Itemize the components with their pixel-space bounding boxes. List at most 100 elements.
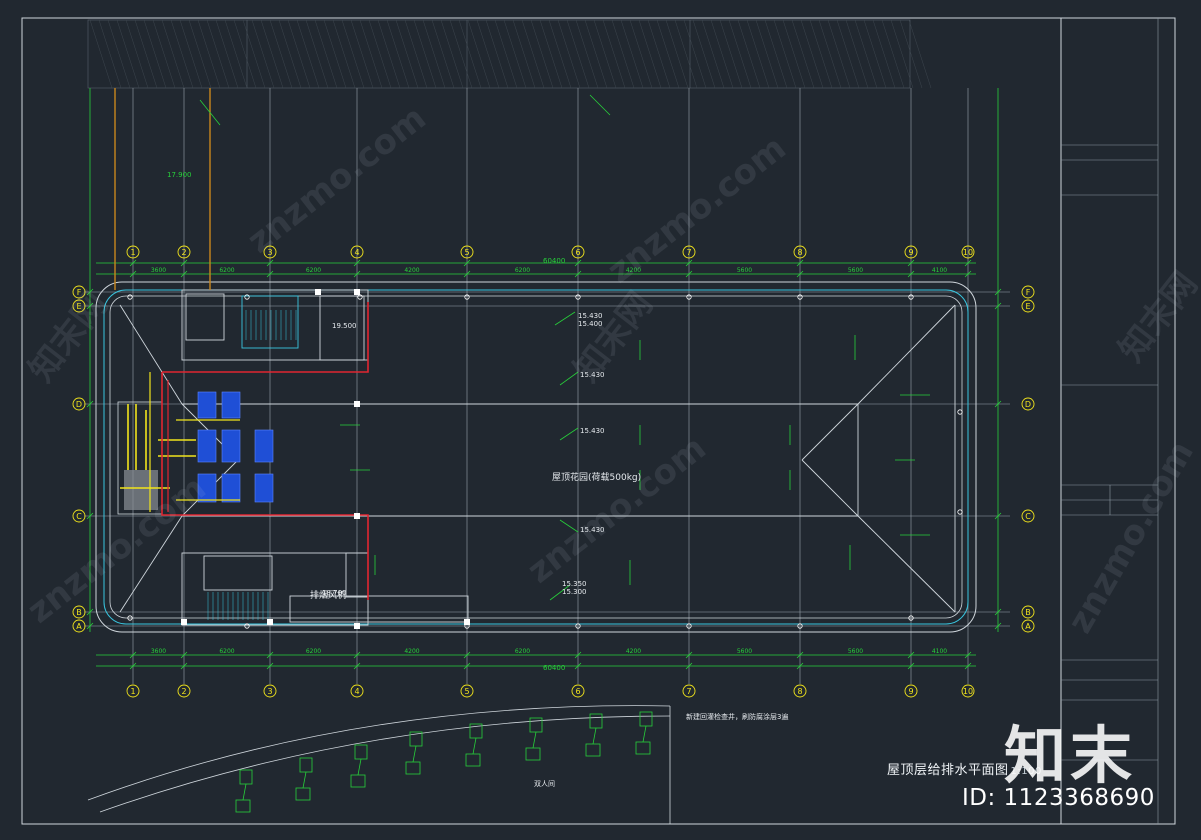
hatch-line bbox=[584, 19, 608, 89]
hatch-line bbox=[260, 19, 284, 89]
structural-column-0 bbox=[354, 289, 360, 295]
stair-treads-top bbox=[245, 310, 297, 340]
hatch-line bbox=[152, 19, 176, 89]
hatch-line bbox=[566, 19, 590, 89]
hatch-line bbox=[638, 19, 662, 89]
hatch-line bbox=[233, 19, 257, 89]
dim-span-label: 5600 bbox=[737, 648, 752, 655]
hatch-line bbox=[728, 19, 752, 89]
structural-column-1 bbox=[354, 401, 360, 407]
canopy-fixture-b-7 bbox=[635, 741, 651, 755]
hatch-line bbox=[269, 19, 293, 89]
drawing-title-text: 屋顶层给排水平面图 bbox=[887, 763, 1009, 778]
hatch-line bbox=[125, 19, 149, 89]
canopy-fixture-b-0 bbox=[235, 799, 251, 813]
hatch-line bbox=[548, 19, 572, 89]
roof-drain-17 bbox=[957, 509, 963, 515]
hatch-line bbox=[863, 19, 887, 89]
hatch-line bbox=[341, 19, 365, 89]
canopy-fixture-b-5 bbox=[525, 747, 541, 761]
grid-label-col-4: 4 bbox=[354, 248, 359, 257]
grid-label-col-3: 3 bbox=[267, 687, 272, 696]
hatch-line bbox=[530, 19, 554, 89]
hatch-line bbox=[800, 19, 824, 89]
hatch-line bbox=[764, 19, 788, 89]
hatch-line bbox=[287, 19, 311, 89]
grid-label-col-6: 6 bbox=[575, 248, 580, 257]
structural-column-6 bbox=[267, 619, 273, 625]
canopy-pipe-6 bbox=[592, 727, 597, 745]
hatch-line bbox=[674, 19, 698, 89]
dim-span-label: 6200 bbox=[219, 267, 234, 274]
sheet-border bbox=[21, 17, 1176, 825]
hatch-line bbox=[611, 19, 635, 89]
dim-span-label: 6200 bbox=[515, 267, 530, 274]
grid-label-col-4: 4 bbox=[354, 687, 359, 696]
hatch-line bbox=[323, 19, 347, 89]
hatch-line bbox=[575, 19, 599, 89]
hatch-line bbox=[827, 19, 851, 89]
hatch-line bbox=[656, 19, 680, 89]
label-elev-15300: 15.300 bbox=[562, 588, 587, 596]
grid-label-row-B: B bbox=[76, 608, 82, 617]
hatch-line bbox=[431, 19, 455, 89]
grid-label-row-A: A bbox=[1025, 622, 1031, 631]
hatch-line bbox=[719, 19, 743, 89]
label-elev-17900: 17.900 bbox=[167, 171, 192, 179]
hatch-line bbox=[413, 19, 437, 89]
roof-drain-0 bbox=[127, 294, 133, 300]
canopy-pipe-1 bbox=[302, 771, 307, 789]
hatch-line bbox=[737, 19, 761, 89]
hatch-line bbox=[836, 19, 860, 89]
hatch-line bbox=[683, 19, 707, 89]
label-elev-15350: 15.350 bbox=[562, 580, 587, 588]
leader-line-12 bbox=[554, 311, 576, 326]
hatch-line bbox=[377, 19, 401, 89]
hatch-line bbox=[206, 19, 230, 89]
dim-span-label: 5600 bbox=[737, 267, 752, 274]
hatch-line bbox=[395, 19, 419, 89]
hatch-line bbox=[251, 19, 275, 89]
dim-span-label: 3600 bbox=[151, 648, 166, 655]
canopy-pipe-4 bbox=[472, 737, 477, 755]
grid-label-row-F: F bbox=[1026, 288, 1031, 297]
grid-label-row-D: D bbox=[1025, 400, 1031, 409]
hatch-line bbox=[170, 19, 194, 89]
dim-span-label: 4100 bbox=[932, 267, 947, 274]
hatch-line bbox=[350, 19, 374, 89]
hatch-line bbox=[242, 19, 266, 89]
hatch-line bbox=[134, 19, 158, 89]
hatch-line bbox=[593, 19, 617, 89]
hatch-line bbox=[791, 19, 815, 89]
adjacent-building bbox=[87, 19, 911, 89]
hatch-line bbox=[746, 19, 770, 89]
hatch bbox=[89, 19, 932, 89]
canopy-fixture-b-6 bbox=[585, 743, 601, 757]
canopy-fixture-b-2 bbox=[350, 774, 366, 788]
hatch-line bbox=[809, 19, 833, 89]
structural-column-2 bbox=[354, 513, 360, 519]
hatch-line bbox=[899, 19, 923, 89]
hatch-line bbox=[665, 19, 689, 89]
grid-label-col-1: 1 bbox=[130, 248, 135, 257]
hatch-line bbox=[503, 19, 527, 89]
grid-label-col-2: 2 bbox=[181, 687, 186, 696]
roof-drain-16 bbox=[957, 409, 963, 415]
water-tanks bbox=[197, 391, 274, 503]
hatch-line bbox=[386, 19, 410, 89]
grid-label-col-8: 8 bbox=[797, 248, 802, 257]
hatch-line bbox=[89, 19, 113, 89]
hatch-line bbox=[98, 19, 122, 89]
hatch-line bbox=[854, 19, 878, 89]
leader-line-14 bbox=[559, 427, 579, 441]
hatch-line bbox=[440, 19, 464, 89]
canopy-fixture-5 bbox=[529, 717, 543, 733]
label-elev-15430-c: 15.430 bbox=[580, 427, 605, 435]
dim-span-label: 6200 bbox=[306, 267, 321, 274]
hatch-line bbox=[143, 19, 167, 89]
roof-drain-2 bbox=[357, 294, 363, 300]
grid-label-col-5: 5 bbox=[464, 687, 469, 696]
label-elev-18700: 18.700 bbox=[322, 589, 347, 597]
hatch-line bbox=[602, 19, 626, 89]
grid-label-col-9: 9 bbox=[908, 248, 913, 257]
